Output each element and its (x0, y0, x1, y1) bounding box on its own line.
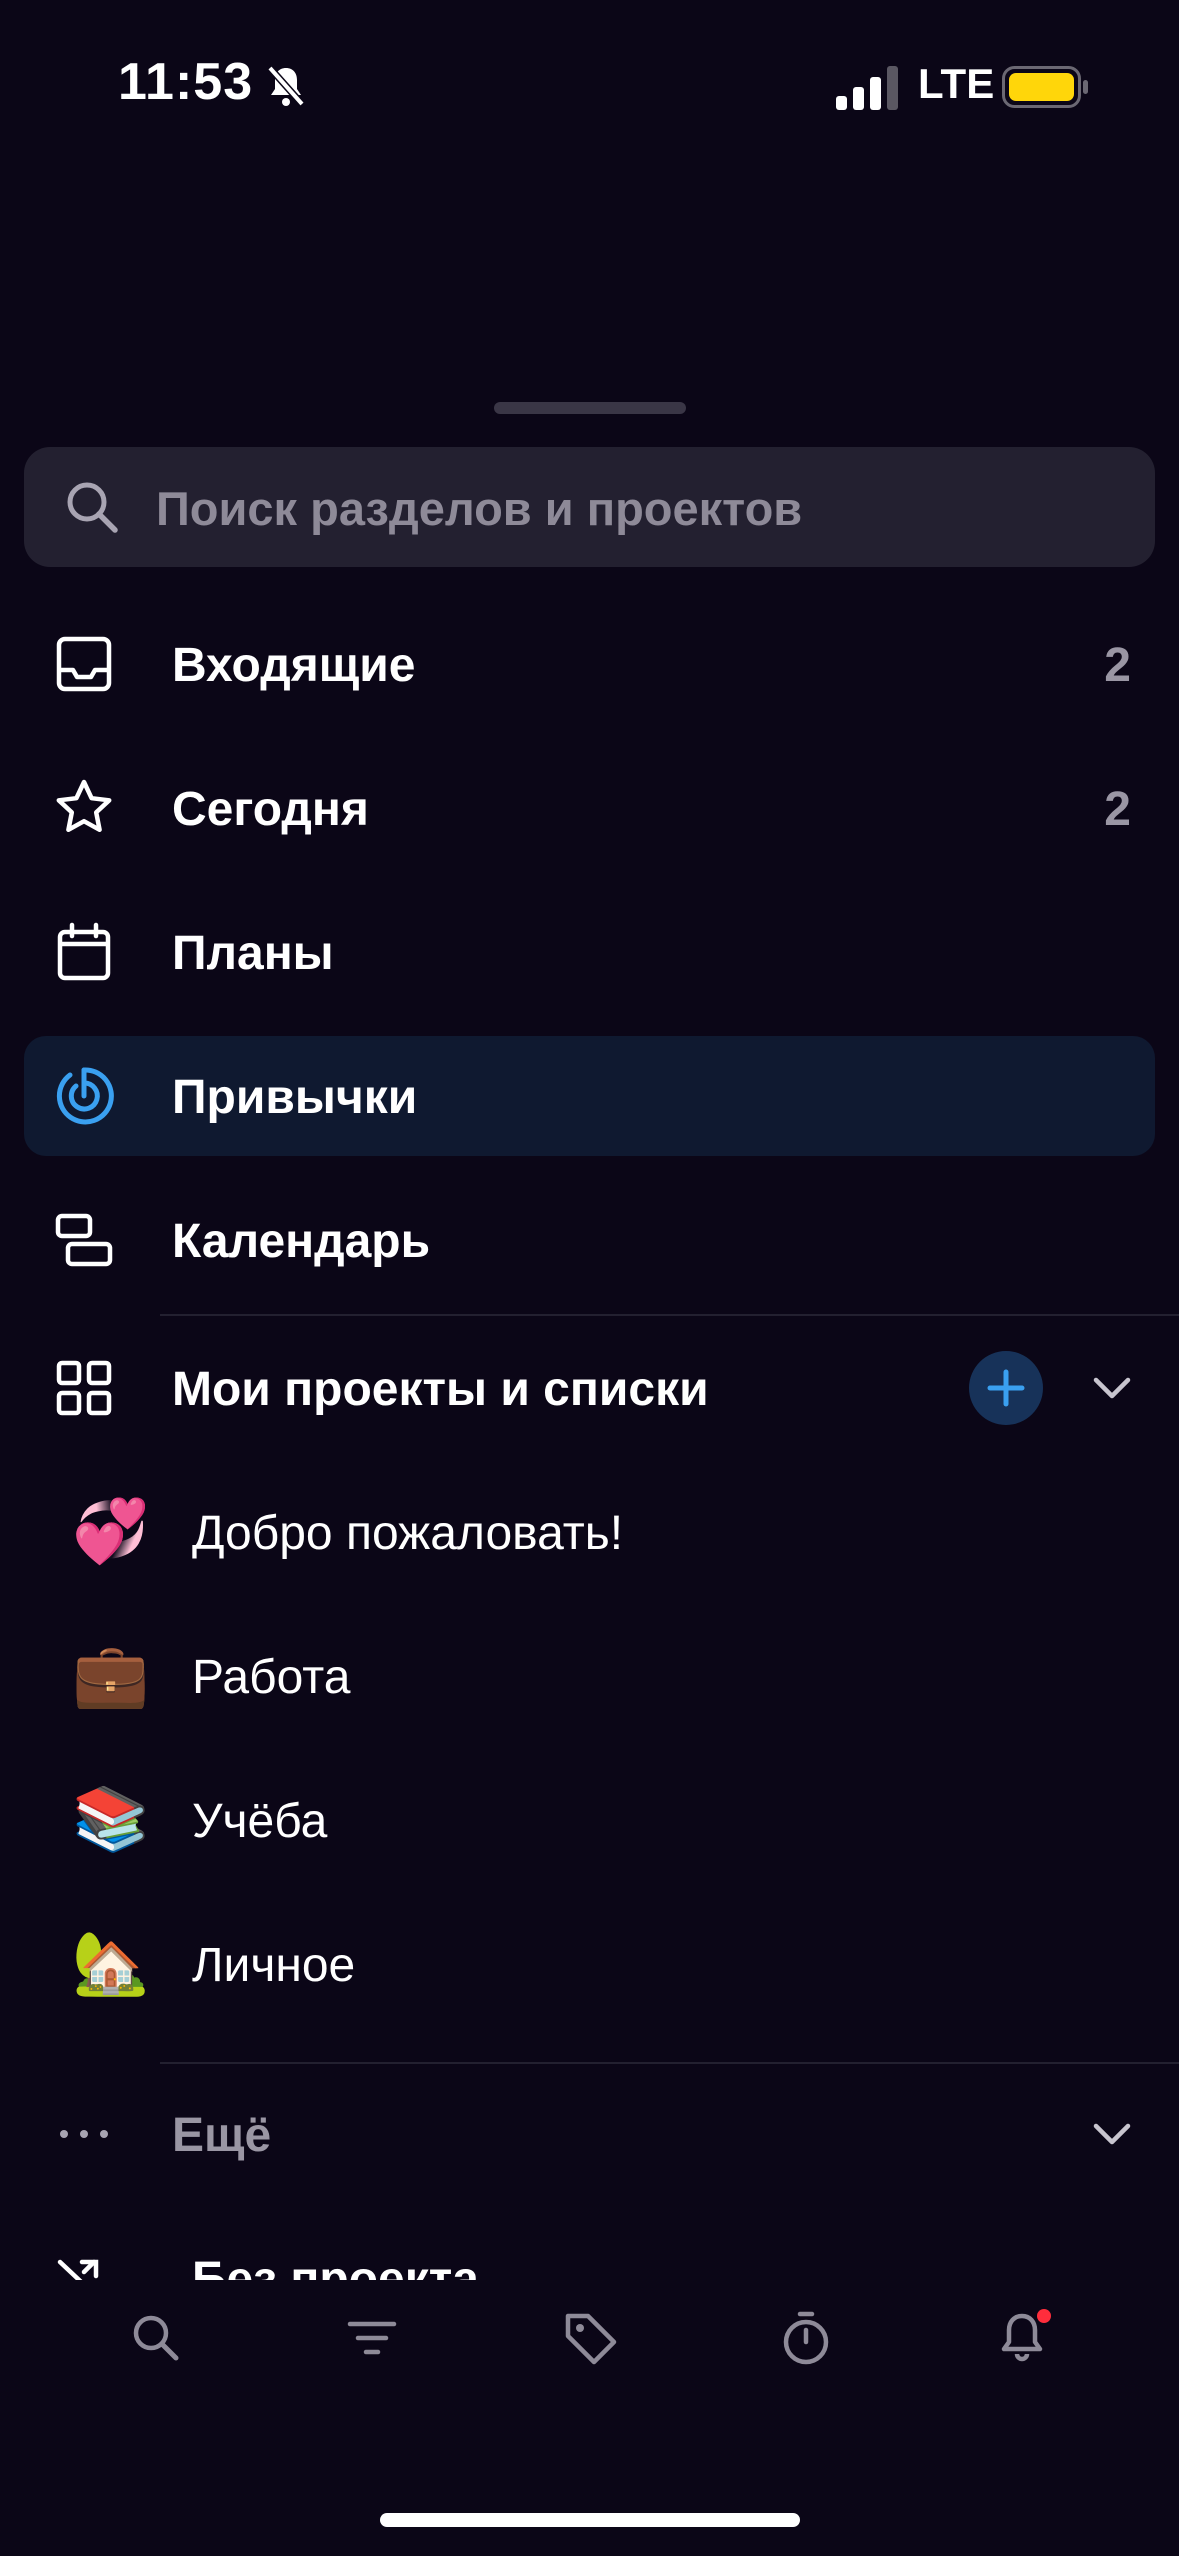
search-field[interactable]: Поиск разделов и проектов (24, 447, 1155, 567)
nav-item-label: Входящие (172, 639, 416, 692)
grid-icon (56, 1360, 112, 1416)
tag-icon[interactable] (560, 2308, 620, 2368)
nav-item-plans[interactable]: Планы (24, 892, 1155, 1012)
cellular-signal-icon (836, 66, 898, 110)
battery-icon (1002, 66, 1088, 108)
nav-item-label: Сегодня (172, 783, 369, 836)
project-emoji: 📚 (72, 1785, 150, 1854)
project-item[interactable]: 📚 Учёба (24, 1760, 1155, 1880)
project-emoji: 💞 (72, 1497, 150, 1566)
nav-item-habits[interactable]: Привычки (24, 1036, 1155, 1156)
sheet-grabber[interactable] (494, 402, 686, 414)
home-indicator[interactable] (380, 2513, 800, 2527)
habit-target-icon (56, 1067, 114, 1125)
nav-item-today[interactable]: Сегодня 2 (24, 748, 1155, 868)
project-emoji: 💼 (72, 1641, 150, 1710)
timer-icon[interactable] (776, 2308, 836, 2368)
project-item[interactable]: 💞 Добро пожаловать! (24, 1472, 1155, 1592)
calendar-icon (57, 922, 111, 981)
more-label: Ещё (172, 2109, 272, 2162)
plus-icon (987, 1369, 1025, 1407)
more-dots-icon (60, 2130, 108, 2138)
section-divider (160, 1314, 1179, 1316)
project-item[interactable]: 💼 Работа (24, 1616, 1155, 1736)
nav-item-count: 2 (1104, 639, 1131, 692)
expand-more-chevron-icon[interactable] (1090, 2112, 1134, 2156)
notification-badge (1037, 2309, 1051, 2323)
collapse-projects-chevron-icon[interactable] (1090, 1366, 1134, 1410)
search-placeholder: Поиск разделов и проектов (156, 482, 803, 535)
more-section-header[interactable]: Ещё (24, 2074, 1155, 2194)
project-label: Работа (192, 1651, 351, 1704)
nav-item-label: Планы (172, 927, 334, 980)
nav-item-inbox[interactable]: Входящие 2 (24, 604, 1155, 724)
project-emoji: 🏡 (72, 1929, 150, 1998)
bell-icon[interactable] (992, 2308, 1052, 2368)
filter-icon[interactable] (342, 2308, 402, 2368)
search-icon[interactable] (126, 2308, 186, 2368)
project-label: Личное (192, 1939, 356, 1992)
silent-bell-icon (267, 65, 305, 107)
add-project-button[interactable] (969, 1351, 1043, 1425)
section-divider (160, 2062, 1179, 2064)
nav-item-label: Календарь (172, 1215, 431, 1268)
nav-item-count: 2 (1104, 783, 1131, 836)
search-icon (67, 482, 118, 533)
project-label: Добро пожаловать! (192, 1507, 624, 1560)
nav-item-label: Привычки (172, 1071, 418, 1124)
bottom-toolbar (0, 2280, 1179, 2400)
inbox-icon (56, 636, 112, 692)
projects-section-label: Мои проекты и списки (172, 1363, 709, 1416)
nav-item-calendar[interactable]: Календарь (24, 1180, 1155, 1300)
schedule-blocks-icon (55, 1213, 113, 1267)
status-time: 11:53 (118, 53, 254, 111)
network-type: LTE (918, 60, 995, 107)
project-label: Учёба (192, 1795, 328, 1848)
project-item[interactable]: 🏡 Личное (24, 1904, 1155, 2024)
star-icon (56, 779, 112, 833)
